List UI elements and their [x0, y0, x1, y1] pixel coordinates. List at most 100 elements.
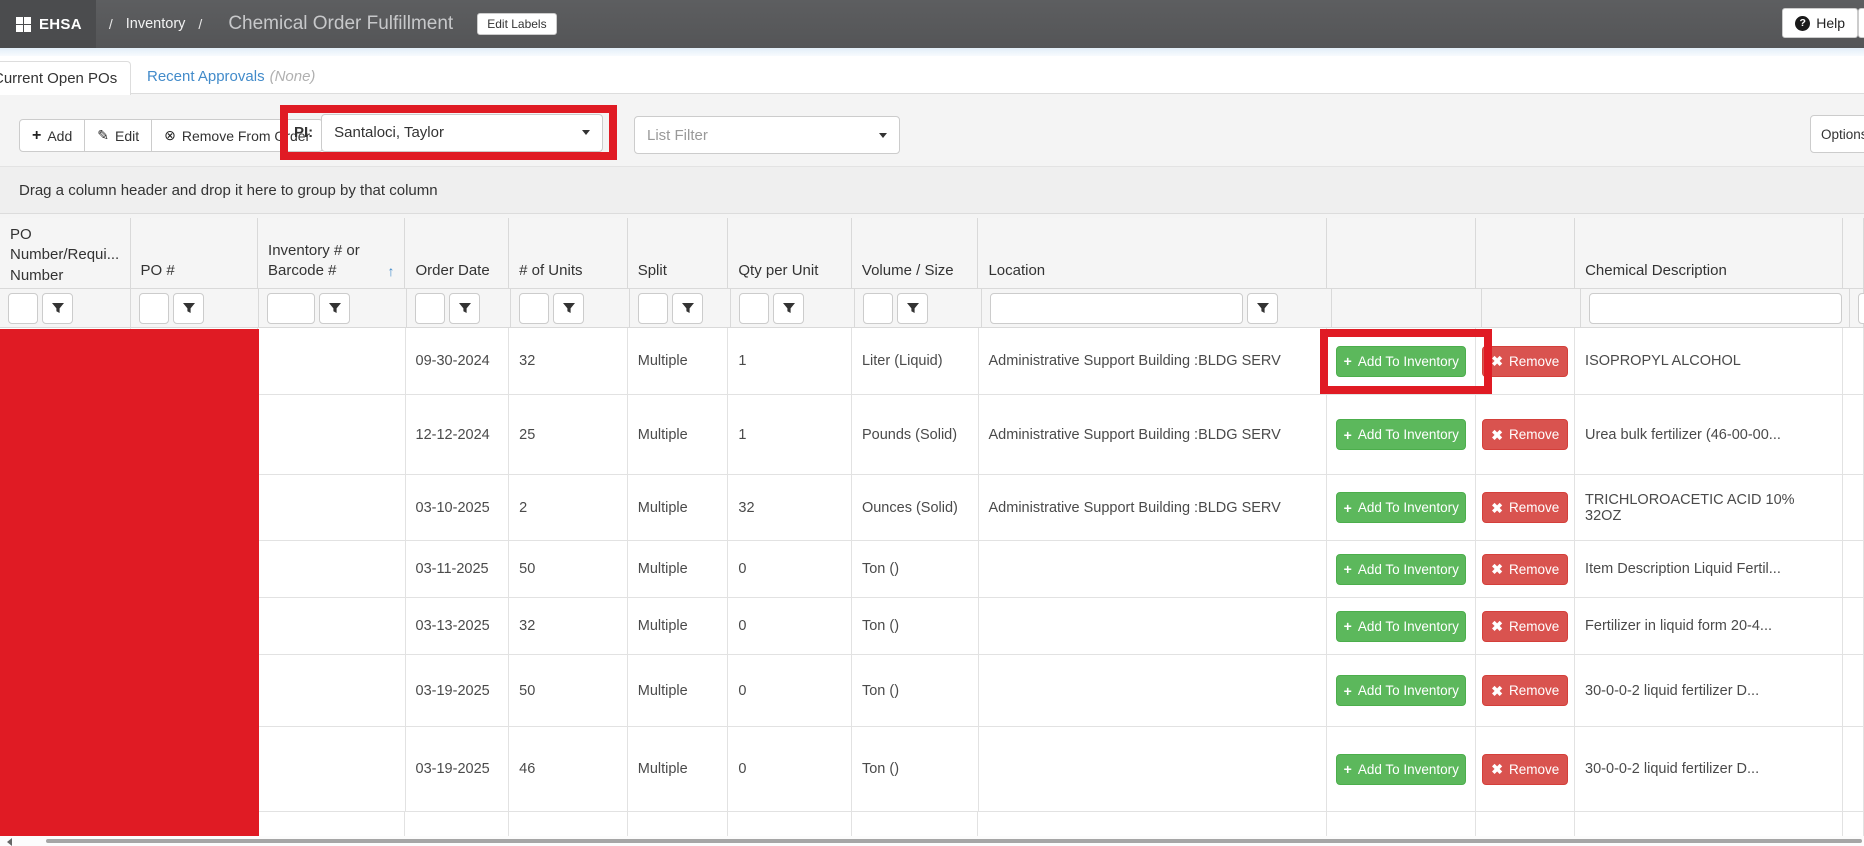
- brand-label: EHSA: [39, 16, 82, 33]
- column-header-location[interactable]: Location: [978, 218, 1327, 289]
- cell-order-date: 03-19-2025: [406, 655, 510, 727]
- filter-input-chemical-description[interactable]: [1589, 293, 1842, 324]
- remove-button[interactable]: ✖Remove: [1482, 492, 1568, 523]
- table-header-row: PO Number/Requi... NumberPO #Inventory #…: [0, 218, 1864, 289]
- cell-order-date: 03-19-2025: [406, 727, 510, 812]
- add-button[interactable]: + Add: [19, 119, 85, 152]
- scrollbar-thumb[interactable]: [46, 839, 1862, 843]
- tab-recent-approvals[interactable]: Recent Approvals(None): [147, 68, 315, 85]
- filter-button-inventory-barcode[interactable]: [319, 293, 350, 324]
- filter-button-po-hash[interactable]: [173, 293, 204, 324]
- filter-cell-extra: [1850, 289, 1864, 328]
- cell-volume-size: Ton (): [852, 598, 979, 655]
- remove-button[interactable]: ✖Remove: [1482, 611, 1568, 642]
- column-header-po-hash[interactable]: PO #: [131, 218, 259, 289]
- group-by-bar[interactable]: Drag a column header and drop it here to…: [0, 166, 1864, 214]
- filter-button-location[interactable]: [1247, 293, 1278, 324]
- cell-volume-size: Ton (): [852, 541, 979, 598]
- help-button[interactable]: ? Help: [1782, 8, 1858, 38]
- filter-funnel-icon: [681, 301, 695, 315]
- filter-button-qty-per-unit[interactable]: [773, 293, 804, 324]
- options-button[interactable]: Options: [1810, 115, 1864, 153]
- add-to-inventory-button[interactable]: +Add To Inventory: [1336, 419, 1466, 450]
- edit-button[interactable]: ✎ Edit: [85, 119, 152, 152]
- column-header-num-units[interactable]: # of Units: [509, 218, 628, 289]
- filter-input-location[interactable]: [990, 293, 1243, 324]
- remove-button[interactable]: ✖Remove: [1482, 419, 1568, 450]
- filter-button-split[interactable]: [672, 293, 703, 324]
- filter-input-po-number[interactable]: [8, 293, 38, 324]
- filter-input-num-units[interactable]: [519, 293, 549, 324]
- add-to-inventory-button[interactable]: +Add To Inventory: [1336, 754, 1466, 785]
- cell-remove: ✖Remove: [1476, 727, 1575, 812]
- filter-button-order-date[interactable]: [449, 293, 480, 324]
- cell-extra: [1843, 655, 1864, 727]
- edit-labels-button[interactable]: Edit Labels: [477, 13, 556, 35]
- remove-button[interactable]: ✖Remove: [1482, 554, 1568, 585]
- pi-dropdown[interactable]: Santaloci, Taylor: [321, 114, 603, 152]
- horizontal-scrollbar[interactable]: [0, 836, 1864, 846]
- scroll-left-icon[interactable]: [7, 838, 12, 846]
- breadcrumb-inventory[interactable]: Inventory: [126, 16, 186, 32]
- cell-extra: [1843, 475, 1864, 541]
- column-header-extra[interactable]: [1843, 218, 1864, 289]
- cell-volume-size: Liter (Liquid): [852, 328, 979, 395]
- cell-inventory-barcode: [258, 475, 405, 541]
- column-header-remove[interactable]: [1476, 218, 1575, 289]
- add-to-inventory-button[interactable]: +Add To Inventory: [1336, 675, 1466, 706]
- cell-inventory-barcode: [258, 541, 405, 598]
- remove-label: Remove: [1509, 500, 1559, 515]
- remove-label: Remove: [1509, 619, 1559, 634]
- add-to-inventory-button[interactable]: +Add To Inventory: [1336, 554, 1466, 585]
- list-filter-dropdown[interactable]: List Filter: [634, 116, 900, 154]
- cell-inventory-barcode: [258, 328, 405, 395]
- add-to-inventory-button[interactable]: +Add To Inventory: [1336, 492, 1466, 523]
- filter-input-inventory-barcode[interactable]: [267, 293, 315, 324]
- filter-funnel-icon: [182, 301, 196, 315]
- cut-off-button[interactable]: [1858, 8, 1864, 38]
- cell-inventory-barcode: [258, 655, 405, 727]
- tab-current-open-pos[interactable]: Current Open POs: [0, 61, 131, 95]
- cell-empty: [405, 812, 509, 836]
- filter-input-qty-per-unit[interactable]: [739, 293, 769, 324]
- column-header-po-number[interactable]: PO Number/Requi... Number: [0, 218, 131, 289]
- column-header-add-to-inventory[interactable]: [1327, 218, 1476, 289]
- sort-ascending-icon[interactable]: ↑: [387, 262, 394, 281]
- x-icon: ✖: [1491, 562, 1503, 576]
- column-header-chemical-description[interactable]: Chemical Description: [1575, 218, 1843, 289]
- cell-extra: [1843, 541, 1864, 598]
- cell-empty: [258, 812, 405, 836]
- filter-cell-po-number: [0, 289, 131, 328]
- filter-input-po-hash[interactable]: [139, 293, 169, 324]
- filter-button-po-number[interactable]: [42, 293, 73, 324]
- column-header-order-date[interactable]: Order Date: [405, 218, 509, 289]
- remove-button[interactable]: ✖Remove: [1482, 346, 1568, 377]
- table-filter-row: [0, 289, 1864, 328]
- cell-add-to-inventory: +Add To Inventory: [1327, 655, 1476, 727]
- cell-chemical-description: ISOPROPYL ALCOHOL: [1575, 328, 1843, 395]
- add-to-inventory-button[interactable]: +Add To Inventory: [1336, 611, 1466, 642]
- remove-button[interactable]: ✖Remove: [1482, 754, 1568, 785]
- cell-location: [979, 727, 1328, 812]
- top-navbar: EHSA / Inventory / Chemical Order Fulfil…: [0, 0, 1864, 48]
- filter-input-order-date[interactable]: [415, 293, 445, 324]
- remove-label: Remove: [1509, 683, 1559, 698]
- filter-button-volume-size[interactable]: [897, 293, 928, 324]
- column-header-label: Order Date: [415, 261, 489, 281]
- cell-num-units: 25: [509, 395, 628, 475]
- cell-chemical-description: Fertilizer in liquid form 20-4...: [1575, 598, 1843, 655]
- column-header-inventory-barcode[interactable]: Inventory # or Barcode #↑: [258, 218, 405, 289]
- filter-funnel-icon: [51, 301, 65, 315]
- remove-button[interactable]: ✖Remove: [1482, 675, 1568, 706]
- filter-button-num-units[interactable]: [553, 293, 584, 324]
- filter-button-extra[interactable]: [1858, 293, 1864, 324]
- cell-num-units: 32: [509, 328, 628, 395]
- app-brand[interactable]: EHSA: [0, 0, 96, 48]
- add-to-inventory-highlight: [1320, 329, 1492, 394]
- filter-cell-remove: [1482, 289, 1581, 328]
- filter-input-volume-size[interactable]: [863, 293, 893, 324]
- column-header-volume-size[interactable]: Volume / Size: [852, 218, 979, 289]
- filter-input-split[interactable]: [638, 293, 668, 324]
- column-header-qty-per-unit[interactable]: Qty per Unit: [728, 218, 852, 289]
- column-header-split[interactable]: Split: [628, 218, 729, 289]
